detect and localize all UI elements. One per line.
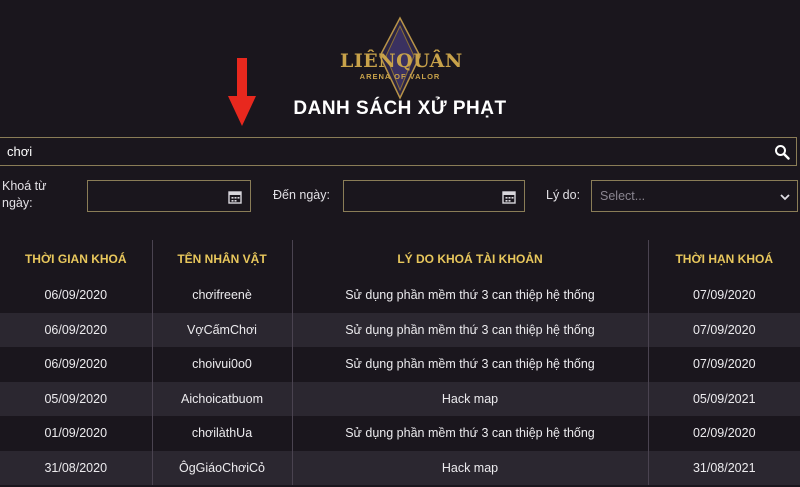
search-icon[interactable] [774, 144, 790, 160]
chevron-down-icon[interactable] [779, 191, 791, 203]
from-date-field[interactable] [87, 180, 251, 212]
page-title: DANH SÁCH XỬ PHẠT [293, 98, 507, 119]
cell-character-name: ÔgGiáoChơiCỏ [151, 450, 292, 485]
cell-lock-reason: Sử dụng phần mềm thứ 3 can thiệp hệ thốn… [291, 312, 648, 347]
calendar-icon[interactable] [502, 190, 516, 204]
cell-lock-time: 05/09/2020 [44, 391, 108, 406]
to-date-label: Đến ngày: [273, 188, 330, 202]
table-row: 06/09/2020 chơifreenè Sử dụng phần mềm t… [0, 278, 800, 313]
cell-character-name: choivui0o0 [151, 347, 292, 382]
table-row: 01/09/2020 chơilàthUa Sử dụng phần mềm t… [0, 416, 800, 451]
table-row: 06/09/2020 choivui0o0 Sử dụng phần mềm t… [0, 347, 800, 382]
cell-character-name: Aichoicatbuom [151, 381, 292, 416]
cell-character-name: chơifreenè [151, 278, 292, 313]
from-date-label: Khoá từ ngày: [2, 178, 47, 212]
from-date-label-line1: Khoá từ [2, 179, 47, 193]
header-character-name: TÊN NHÂN VẬT [151, 240, 292, 278]
table-row: 06/09/2020 VợCấmChơi Sử dụng phần mềm th… [0, 312, 800, 347]
header-lock-time: THỜI GIAN KHOÁ [24, 252, 127, 266]
cell-character-name: chơilàthUa [151, 416, 292, 451]
calendar-icon[interactable] [228, 190, 242, 204]
cell-lock-time: 01/09/2020 [44, 426, 108, 441]
table-header-row: THỜI GIAN KHOÁ TÊN NHÂN VẬT LÝ DO KHOÁ T… [0, 240, 800, 278]
cell-lock-duration: 05/09/2021 [647, 381, 800, 416]
search-input[interactable]: chơi [0, 137, 797, 166]
header-lock-duration: THỜI HẠN KHOÁ [647, 240, 800, 278]
cell-lock-time: 06/09/2020 [44, 288, 108, 303]
cell-lock-reason: Sử dụng phần mềm thứ 3 can thiệp hệ thốn… [291, 416, 648, 451]
logo-subtitle: ARENA OF VALOR [359, 72, 441, 81]
lienquan-logo: LIÊNQUÂN ARENA OF VALOR [340, 16, 463, 100]
header-lock-reason: LÝ DO KHOÁ TÀI KHOẢN [291, 240, 648, 278]
reason-select[interactable]: Select... [591, 180, 798, 212]
penalty-table: THỜI GIAN KHOÁ TÊN NHÂN VẬT LÝ DO KHOÁ T… [0, 240, 800, 485]
logo-title: LIÊNQUÂN [340, 50, 463, 72]
from-date-label-line2: ngày: [2, 196, 33, 210]
cell-lock-reason: Sử dụng phần mềm thứ 3 can thiệp hệ thốn… [291, 278, 648, 313]
cell-lock-reason: Sử dụng phần mềm thứ 3 can thiệp hệ thốn… [291, 347, 648, 382]
search-input-value[interactable]: chơi [7, 144, 32, 159]
cell-lock-duration: 31/08/2021 [647, 450, 800, 485]
cell-lock-time: 06/09/2020 [44, 357, 108, 372]
cell-lock-time: 31/08/2020 [44, 460, 108, 475]
cell-character-name: VợCấmChơi [151, 312, 292, 347]
cell-lock-duration: 07/09/2020 [647, 278, 800, 313]
cell-lock-duration: 07/09/2020 [647, 312, 800, 347]
reason-label: Lý do: [546, 188, 581, 202]
to-date-field[interactable] [343, 180, 525, 212]
table-row: 05/09/2020 Aichoicatbuom Hack map 05/09/… [0, 381, 800, 416]
cell-lock-reason: Hack map [291, 450, 648, 485]
reason-select-placeholder: Select... [600, 189, 646, 203]
table-row: 31/08/2020 ÔgGiáoChơiCỏ Hack map 31/08/2… [0, 450, 800, 485]
cell-lock-duration: 07/09/2020 [647, 347, 800, 382]
cell-lock-time: 06/09/2020 [44, 322, 108, 337]
cell-lock-duration: 02/09/2020 [647, 416, 800, 451]
cell-lock-reason: Hack map [291, 381, 648, 416]
